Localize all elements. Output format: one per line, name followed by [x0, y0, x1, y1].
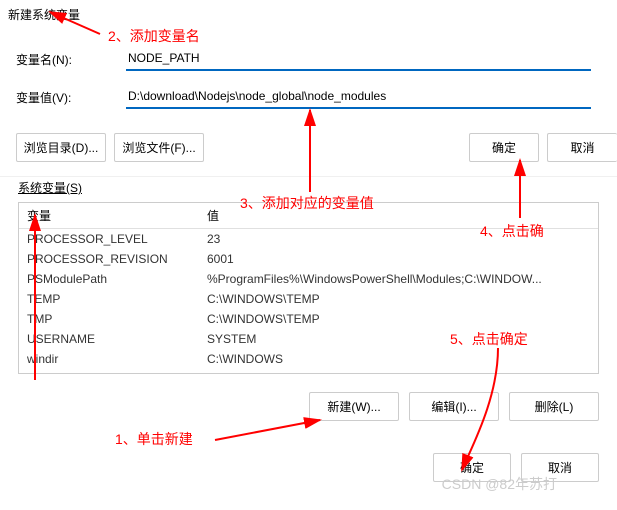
variable-value-input[interactable] [126, 85, 591, 109]
table-row[interactable]: TMPC:\WINDOWS\TEMP [19, 309, 598, 329]
table-row[interactable]: TEMPC:\WINDOWS\TEMP [19, 289, 598, 309]
cancel-button-top[interactable]: 取消 [547, 133, 617, 162]
browse-file-button[interactable]: 浏览文件(F)... [114, 133, 204, 162]
ok-button-bottom[interactable]: 确定 [433, 453, 511, 482]
table-header-variable[interactable]: 变量 [19, 203, 199, 229]
table-row[interactable]: PROCESSOR_LEVEL23 [19, 229, 598, 250]
system-variables-table[interactable]: 变量 值 PROCESSOR_LEVEL23 PROCESSOR_REVISIO… [18, 202, 599, 374]
browse-directory-button[interactable]: 浏览目录(D)... [16, 133, 106, 162]
table-row[interactable]: windirC:\WINDOWS [19, 349, 598, 369]
table-row[interactable]: USERNAMESYSTEM [19, 329, 598, 349]
new-button[interactable]: 新建(W)... [309, 392, 399, 421]
table-button-row: 新建(W)... 编辑(I)... 删除(L) [0, 374, 617, 429]
delete-button[interactable]: 删除(L) [509, 392, 599, 421]
edit-button[interactable]: 编辑(I)... [409, 392, 499, 421]
ok-button-top[interactable]: 确定 [469, 133, 539, 162]
dialog-title: 新建系统变量 [0, 0, 617, 25]
table-row[interactable]: PSModulePath%ProgramFiles%\WindowsPowerS… [19, 269, 598, 289]
table-header-value[interactable]: 值 [199, 203, 598, 229]
system-variables-label: 系统变量(S) [0, 177, 617, 202]
variable-name-label: 变量名(N): [16, 51, 126, 68]
top-button-row: 浏览目录(D)... 浏览文件(F)... 确定 取消 [0, 127, 617, 176]
variable-value-label: 变量值(V): [16, 89, 126, 106]
form-section: 变量名(N): 变量值(V): [0, 25, 617, 127]
bottom-button-row: 确定 取消 [0, 429, 617, 490]
variable-name-input[interactable] [126, 47, 591, 71]
table-row[interactable]: PROCESSOR_REVISION6001 [19, 249, 598, 269]
cancel-button-bottom[interactable]: 取消 [521, 453, 599, 482]
